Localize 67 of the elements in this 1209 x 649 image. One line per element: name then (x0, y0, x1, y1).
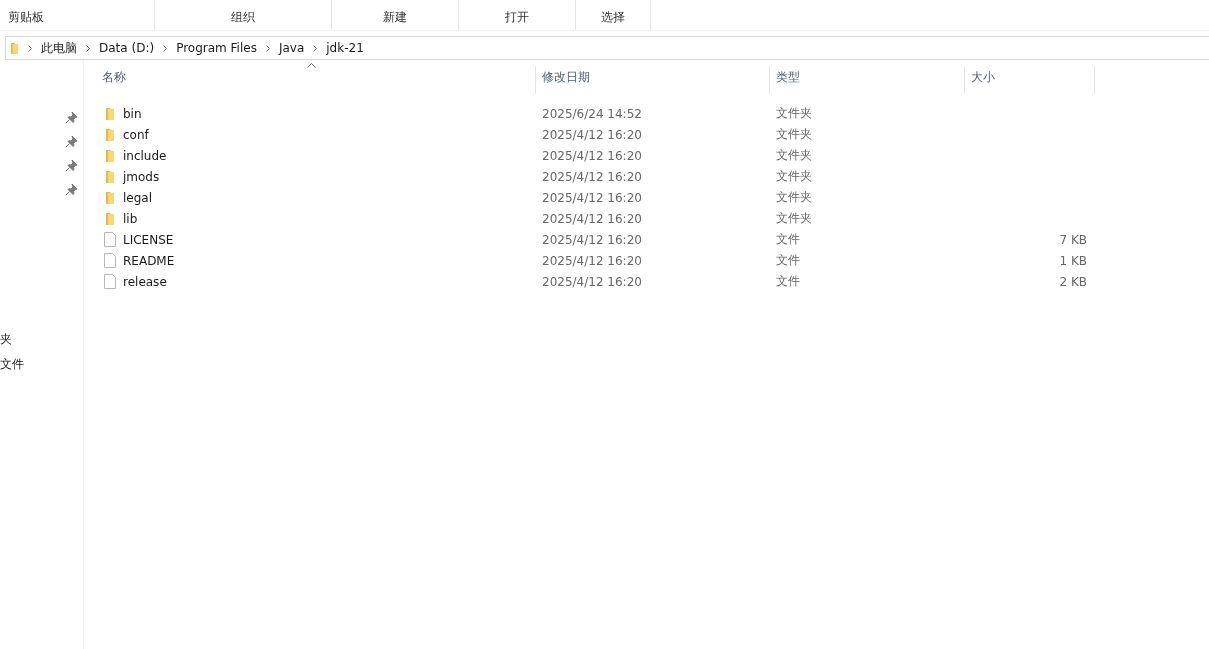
modified-date: 2025/4/12 16:20 (542, 190, 642, 205)
file-type: 文件 (776, 232, 800, 246)
modified-date: 2025/4/12 16:20 (542, 127, 642, 142)
breadcrumb[interactable]: Java (278, 41, 305, 55)
file-type: 文件夹 (776, 169, 812, 183)
folder-icon (105, 148, 115, 163)
modified-date: 2025/6/24 14:52 (542, 106, 642, 121)
ribbon-group-label: 组织 (231, 9, 255, 26)
file-name[interactable]: include (123, 148, 167, 163)
file-name[interactable]: LICENSE (123, 232, 174, 247)
modified-date: 2025/4/12 16:20 (542, 148, 642, 163)
column-header[interactable]: 大小 (965, 66, 1095, 94)
file-name[interactable]: lib (123, 211, 138, 226)
ribbon-group-label: 新建 (383, 9, 407, 26)
file-size: 2 KB (1059, 274, 1087, 289)
modified-date: 2025/4/12 16:20 (542, 253, 642, 268)
chevron-icon[interactable] (163, 44, 168, 52)
nav-item[interactable]: 文件 (0, 356, 24, 373)
column-header[interactable]: 名称 (96, 66, 536, 94)
pin-icon[interactable] (66, 112, 77, 123)
pin-icon[interactable] (66, 184, 77, 195)
folder-icon (105, 106, 115, 121)
file-icon (104, 253, 116, 268)
file-type: 文件 (776, 253, 800, 267)
file-name[interactable]: README (123, 253, 175, 268)
file-type: 文件夹 (776, 148, 812, 162)
file-type: 文件 (776, 274, 800, 288)
column-header[interactable]: 修改日期 (536, 66, 770, 94)
ribbon-group-label: 剪贴板 (8, 9, 44, 26)
file-name[interactable]: bin (123, 106, 142, 121)
folder-icon (105, 127, 115, 142)
modified-date: 2025/4/12 16:20 (542, 232, 642, 247)
folder-icon (10, 41, 19, 55)
nav-item[interactable]: 夹 (0, 331, 12, 348)
breadcrumb[interactable]: Program Files (176, 41, 257, 55)
chevron-icon[interactable] (86, 44, 90, 52)
modified-date: 2025/4/12 16:20 (542, 211, 642, 226)
file-type: 文件夹 (776, 211, 812, 225)
file-size: 1 KB (1059, 253, 1087, 268)
file-name[interactable]: jmods (123, 169, 160, 184)
file-name[interactable]: legal (123, 190, 153, 205)
file-name[interactable]: release (123, 274, 167, 289)
breadcrumb[interactable]: 此电脑 (41, 39, 77, 57)
file-icon (104, 274, 116, 289)
breadcrumb[interactable]: jdk-21 (326, 41, 364, 55)
modified-date: 2025/4/12 16:20 (542, 169, 642, 184)
file-type: 文件夹 (776, 127, 812, 141)
file-type: 文件夹 (776, 190, 812, 204)
modified-date: 2025/4/12 16:20 (542, 274, 642, 289)
chevron-icon[interactable] (28, 44, 32, 52)
sort-caret-icon (307, 63, 316, 68)
file-icon (104, 232, 116, 247)
address-bar[interactable]: 此电脑 Data (D:) Program Files Java jdk-21 (5, 36, 1209, 60)
ribbon-group-label: 选择 (601, 9, 625, 26)
file-type: 文件夹 (776, 106, 812, 120)
folder-icon (105, 190, 115, 205)
ribbon-group-label: 打开 (505, 9, 529, 26)
breadcrumb[interactable]: Data (D:) (99, 41, 155, 55)
chevron-icon[interactable] (265, 44, 270, 52)
folder-icon (105, 211, 115, 226)
file-size: 7 KB (1059, 232, 1087, 247)
pin-icon[interactable] (66, 136, 77, 147)
column-header[interactable]: 类型 (770, 66, 965, 94)
folder-icon (105, 169, 115, 184)
chevron-icon[interactable] (313, 44, 318, 52)
file-name[interactable]: conf (123, 127, 149, 142)
pin-icon[interactable] (66, 160, 77, 171)
